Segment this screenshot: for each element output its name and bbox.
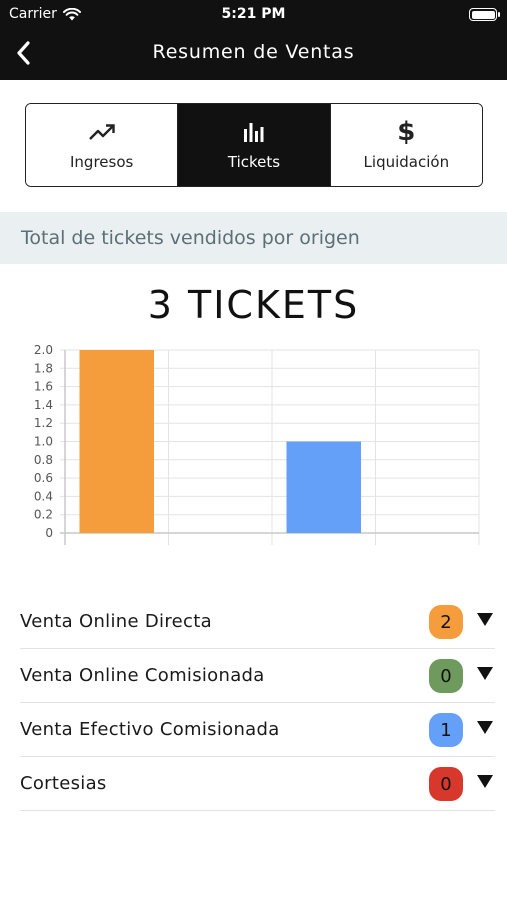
y-tick-label: 0.8 [34,453,53,467]
bar [79,350,155,533]
status-time: 5:21 PM [221,6,286,22]
y-tick-label: 0.6 [34,471,53,485]
triangle-down-icon[interactable] [475,771,495,791]
tickets-total: 3 TICKETS [147,283,360,327]
origin-row[interactable]: Cortesias 0 [20,757,495,811]
y-tick-label: 0.4 [34,489,53,503]
count-badge: 0 [429,767,463,801]
y-tick-label: 0 [45,526,53,540]
triangle-down-icon[interactable] [475,717,495,737]
origin-row[interactable]: Venta Online Directa 2 [20,595,495,649]
triangle-down-icon[interactable] [475,663,495,683]
tab-tickets[interactable]: Tickets [177,104,330,186]
tab-ingresos[interactable]: Ingresos [26,104,178,186]
trending-up-icon [88,119,116,145]
tab-ingresos-label: Ingresos [70,153,134,171]
tab-tickets-label: Tickets [227,153,281,171]
y-tick-label: 1.8 [34,361,53,375]
y-tick-label: 0.2 [34,508,53,522]
origins-list: Venta Online Directa 2 Venta Online Comisi… [20,595,495,811]
y-tick-label: 2.0 [34,343,53,357]
battery-icon [469,8,500,21]
tickets-bar-chart: 2.0 1.8 1.6 1.4 1.2 1.0 0.8 0.6 0.4 0.2 0 [34,343,480,545]
y-tick-label: 1.6 [34,380,53,394]
status-bar: Carrier 5:21 PM [0,0,507,28]
count-badge: 0 [429,659,463,693]
origin-row[interactable]: Venta Efectivo Comisionada 1 [20,703,495,757]
y-tick-label: 1.4 [34,398,53,412]
origin-label: Cortesias [20,773,107,794]
origin-label: Venta Efectivo Comisionada [20,719,280,740]
origin-row[interactable]: Venta Online Comisionada 0 [20,649,495,703]
section-header: Total de tickets vendidos por origen [0,212,507,264]
report-type-tabs: Ingresos Tickets $ Liquidación [25,103,483,187]
origin-label: Venta Online Directa [20,611,212,632]
tab-liquidacion[interactable]: $ Liquidación [329,104,482,186]
triangle-down-icon[interactable] [475,609,495,629]
dollar-icon: $ [397,117,416,147]
page-title: Resumen de Ventas [152,41,355,63]
tab-liquidacion-label: Liquidación [363,153,450,171]
count-badge: 2 [429,605,463,639]
y-tick-label: 1.0 [34,435,53,449]
bar-chart-icon [242,119,266,145]
count-badge: 1 [429,713,463,747]
navigation-bar: Resumen de Ventas [0,28,507,80]
bar [286,441,362,533]
y-tick-label: 1.2 [34,416,53,430]
origin-label: Venta Online Comisionada [20,665,265,686]
